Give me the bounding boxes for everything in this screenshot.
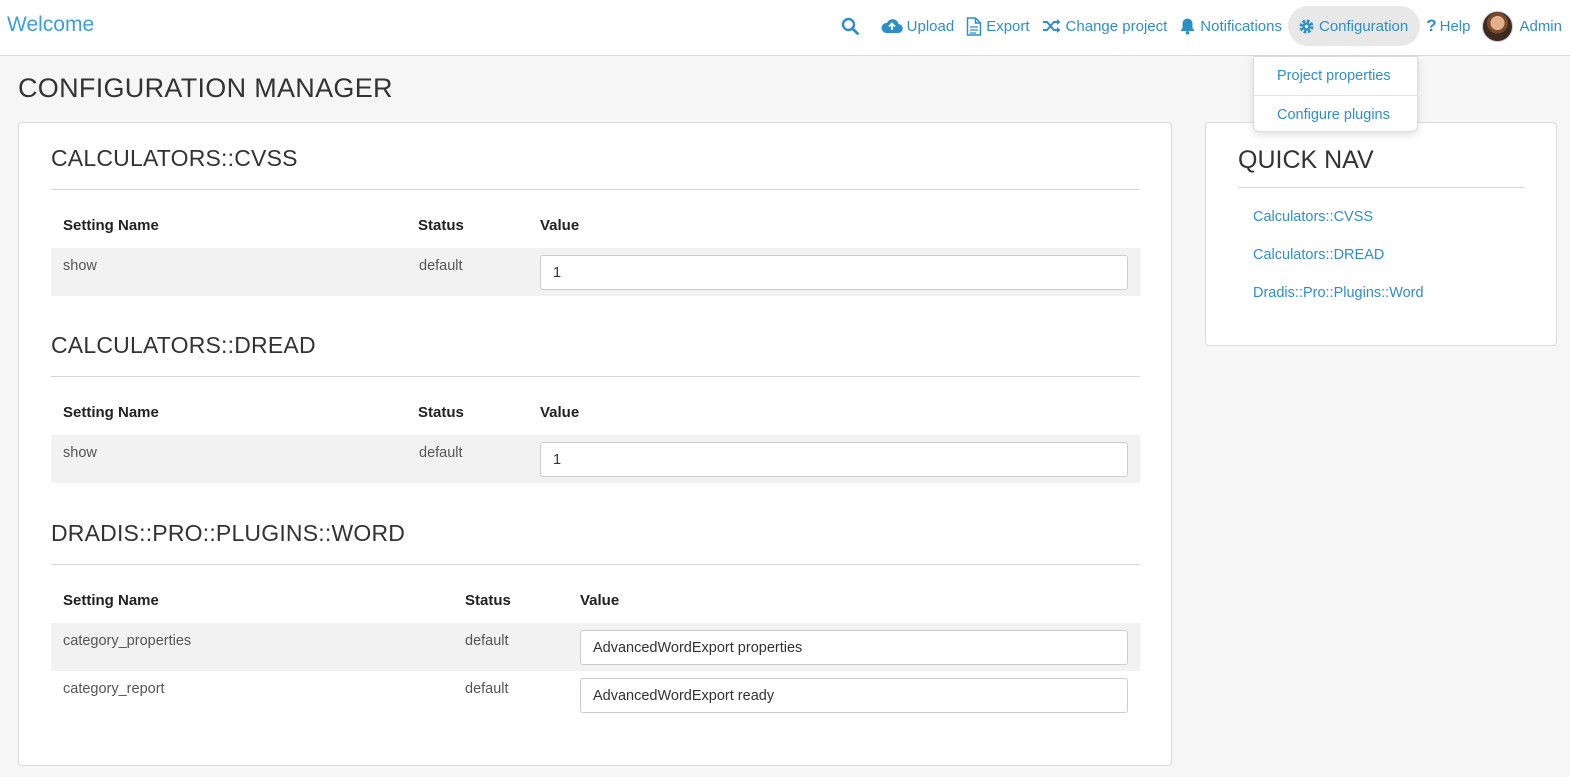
table-row: show default bbox=[51, 248, 1140, 296]
export-link[interactable]: Export bbox=[960, 6, 1035, 46]
settings-section-cvss: CALCULATORS::CVSS Setting Name Status Va… bbox=[51, 138, 1140, 296]
upload-label: Upload bbox=[906, 17, 955, 35]
user-name: Admin bbox=[1519, 17, 1562, 35]
setting-value-input[interactable] bbox=[540, 255, 1128, 290]
nav-menu: Upload Export Change project Notificatio… bbox=[835, 6, 1568, 46]
table-row: show default bbox=[51, 435, 1140, 483]
brand-link[interactable]: Welcome bbox=[7, 13, 94, 37]
upload-link[interactable]: Upload bbox=[875, 6, 961, 46]
user-menu[interactable]: Admin bbox=[1476, 6, 1568, 46]
column-header-value: Value bbox=[540, 404, 580, 421]
column-header-value: Value bbox=[580, 592, 620, 609]
setting-status: default bbox=[465, 633, 509, 649]
configuration-menu-toggle[interactable]: Configuration bbox=[1287, 6, 1421, 46]
quick-nav-link-dread[interactable]: Calculators::DREAD bbox=[1253, 247, 1384, 263]
column-header-setting-name: Setting Name bbox=[63, 592, 159, 609]
setting-value-input[interactable] bbox=[580, 678, 1128, 713]
table-header: Setting Name Status Value bbox=[51, 565, 1140, 623]
column-header-setting-name: Setting Name bbox=[63, 217, 159, 234]
export-label: Export bbox=[986, 17, 1030, 35]
setting-status: default bbox=[465, 681, 509, 697]
notifications-link[interactable]: Notifications bbox=[1173, 6, 1288, 46]
section-title: CALCULATORS::CVSS bbox=[51, 138, 1140, 190]
configuration-label: Configuration bbox=[1318, 17, 1409, 35]
quick-nav-title: QUICK NAV bbox=[1238, 135, 1525, 188]
setting-status: default bbox=[419, 445, 463, 461]
setting-name: show bbox=[63, 445, 97, 461]
help-link[interactable]: ? Help bbox=[1420, 6, 1476, 46]
column-header-status: Status bbox=[418, 217, 464, 234]
table-row: category_report default bbox=[51, 671, 1140, 719]
notifications-label: Notifications bbox=[1200, 17, 1282, 35]
table-row: category_properties default bbox=[51, 623, 1140, 671]
search-button[interactable] bbox=[835, 6, 875, 46]
setting-name: show bbox=[63, 258, 97, 274]
quick-nav-panel: QUICK NAV Calculators::CVSS Calculators:… bbox=[1205, 122, 1557, 346]
table-header: Setting Name Status Value bbox=[51, 377, 1140, 435]
quick-nav-link-cvss[interactable]: Calculators::CVSS bbox=[1253, 209, 1373, 225]
section-title: CALCULATORS::DREAD bbox=[51, 325, 1140, 377]
shuffle-icon bbox=[1042, 19, 1061, 33]
cloud-upload-icon bbox=[881, 19, 903, 34]
search-icon bbox=[841, 17, 859, 35]
document-icon bbox=[966, 16, 982, 36]
dropdown-item-configure-plugins[interactable]: Configure plugins bbox=[1254, 95, 1417, 133]
setting-name: category_report bbox=[63, 681, 165, 697]
top-navbar: Welcome Upload Export Change project Not… bbox=[0, 0, 1570, 56]
dropdown-item-project-properties[interactable]: Project properties bbox=[1254, 57, 1417, 95]
section-title: DRADIS::PRO::PLUGINS::WORD bbox=[51, 513, 1140, 565]
change-project-label: Change project bbox=[1065, 17, 1168, 35]
setting-value-input[interactable] bbox=[540, 442, 1128, 477]
setting-value-input[interactable] bbox=[580, 630, 1128, 665]
column-header-status: Status bbox=[465, 592, 511, 609]
page-title: CONFIGURATION MANAGER bbox=[18, 73, 393, 103]
settings-panel: CALCULATORS::CVSS Setting Name Status Va… bbox=[18, 122, 1172, 766]
avatar bbox=[1482, 10, 1514, 42]
column-header-status: Status bbox=[418, 404, 464, 421]
change-project-link[interactable]: Change project bbox=[1036, 6, 1174, 46]
settings-section-word: DRADIS::PRO::PLUGINS::WORD Setting Name … bbox=[51, 513, 1140, 719]
table-header: Setting Name Status Value bbox=[51, 190, 1140, 248]
question-icon: ? bbox=[1426, 16, 1437, 35]
configuration-dropdown: Project properties Configure plugins bbox=[1253, 56, 1418, 132]
settings-section-dread: CALCULATORS::DREAD Setting Name Status V… bbox=[51, 325, 1140, 483]
gear-icon bbox=[1299, 19, 1314, 33]
setting-status: default bbox=[419, 258, 463, 274]
column-header-value: Value bbox=[540, 217, 580, 234]
bell-icon bbox=[1180, 18, 1195, 35]
column-header-setting-name: Setting Name bbox=[63, 404, 159, 421]
help-label: Help bbox=[1439, 17, 1471, 35]
quick-nav-link-word[interactable]: Dradis::Pro::Plugins::Word bbox=[1253, 285, 1424, 301]
setting-name: category_properties bbox=[63, 633, 192, 649]
